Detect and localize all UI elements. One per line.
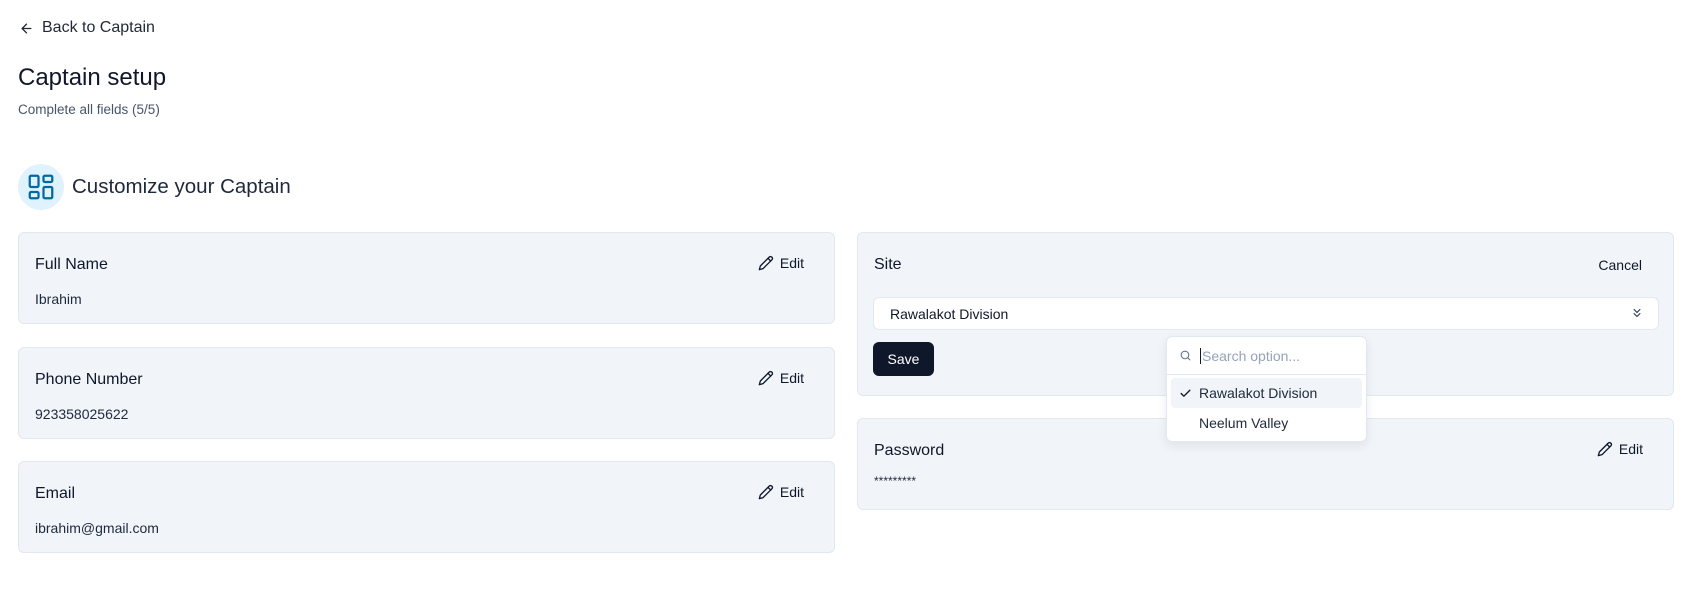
dropdown-options: Rawalakot Division Neelum Valley: [1167, 375, 1366, 441]
email-label: Email: [35, 485, 76, 502]
section-header: Customize your Captain: [18, 164, 291, 210]
section-title: Customize your Captain: [72, 175, 291, 198]
option-label: Rawalakot Division: [1199, 385, 1318, 401]
chevrons-up-down-icon: [1633, 308, 1641, 318]
full-name-card: Full Name Edit Ibrahim: [18, 232, 835, 324]
check-icon: [1179, 387, 1199, 400]
edit-password-button[interactable]: Edit: [1597, 441, 1643, 457]
back-to-captain-link[interactable]: Back to Captain: [19, 19, 155, 37]
edit-label: Edit: [779, 255, 804, 271]
phone-number-card: Phone Number Edit 923358025622: [18, 347, 835, 439]
search-icon: [1180, 350, 1191, 361]
email-value: ibrahim@gmail.com: [35, 520, 159, 536]
phone-number-value: 923358025622: [35, 406, 129, 422]
full-name-label: Full Name: [35, 256, 108, 273]
full-name-value: Ibrahim: [35, 291, 82, 307]
password-value: *********: [874, 474, 917, 488]
site-select[interactable]: Rawalakot Division: [873, 297, 1659, 330]
option-rawalakot-division[interactable]: Rawalakot Division: [1171, 378, 1362, 408]
edit-full-name-button[interactable]: Edit: [758, 255, 804, 271]
password-label: Password: [874, 442, 945, 459]
pencil-icon: [758, 484, 773, 500]
page-title: Captain setup: [18, 64, 167, 91]
edit-label: Edit: [779, 484, 804, 500]
save-button[interactable]: Save: [873, 342, 934, 376]
dashboard-icon: [18, 164, 64, 210]
site-select-value: Rawalakot Division: [890, 305, 1009, 322]
pencil-icon: [758, 370, 773, 386]
page-subtitle: Complete all fields (5/5): [18, 102, 160, 117]
option-label: Neelum Valley: [1199, 415, 1289, 431]
edit-phone-number-button[interactable]: Edit: [758, 370, 804, 386]
search-option-input[interactable]: [1200, 347, 1360, 364]
dropdown-search: [1167, 337, 1366, 375]
arrow-left-icon: [21, 23, 32, 33]
cancel-button[interactable]: Cancel: [1598, 257, 1642, 273]
email-card: Email Edit ibrahim@gmail.com: [18, 461, 835, 553]
edit-email-button[interactable]: Edit: [758, 484, 804, 500]
site-label: Site: [874, 256, 902, 273]
option-neelum-valley[interactable]: Neelum Valley: [1171, 408, 1362, 438]
back-link-label: Back to Captain: [42, 19, 155, 36]
edit-label: Edit: [1618, 441, 1643, 457]
site-options-dropdown: Rawalakot Division Neelum Valley: [1166, 336, 1367, 442]
pencil-icon: [1597, 441, 1612, 457]
edit-label: Edit: [779, 370, 804, 386]
phone-number-label: Phone Number: [35, 371, 143, 388]
pencil-icon: [758, 255, 773, 271]
